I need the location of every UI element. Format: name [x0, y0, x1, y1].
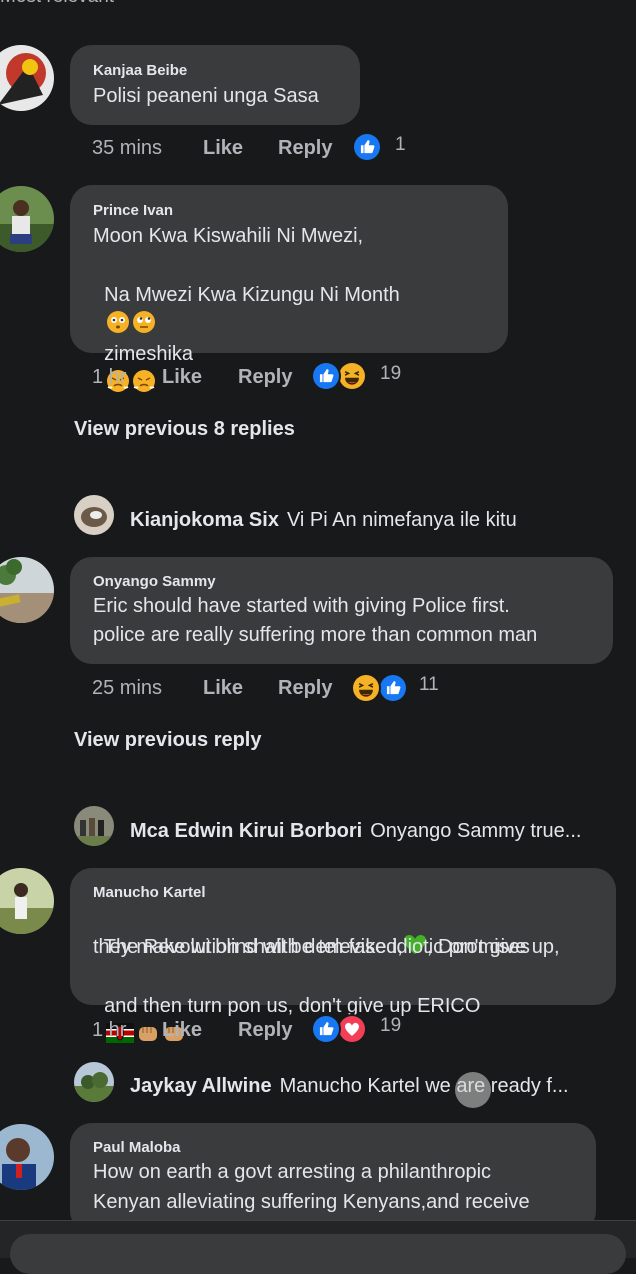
like-reaction-icon[interactable]	[378, 673, 408, 703]
reply-button[interactable]: Reply	[238, 366, 292, 389]
reply-text: Onyango Sammy true...	[370, 820, 582, 842]
reply-button[interactable]: Reply	[238, 1019, 292, 1042]
comment-text-line: zimeshika	[104, 342, 194, 365]
avatar[interactable]	[74, 806, 114, 846]
reply-text: Vi Pi An nimefanya ile kitu	[286, 509, 517, 531]
comment-author[interactable]: Paul Maloba	[93, 1139, 181, 1156]
latest-reply[interactable]: Jaykay Allwine Manucho Kartel we are read…	[130, 1075, 569, 1098]
like-button[interactable]: Like	[162, 1019, 202, 1042]
reply-text: Manucho Kartel we are ready f...	[279, 1075, 569, 1097]
comment-text: police are really suffering more than co…	[93, 624, 538, 646]
avatar[interactable]	[0, 45, 54, 111]
like-button[interactable]: Like	[162, 366, 202, 389]
reply-author[interactable]: Kianjokoma Six	[130, 509, 279, 531]
comment-text: How on earth a govt arresting a philanth…	[93, 1161, 492, 1183]
reply-author[interactable]: Mca Edwin Kirui Borbori	[130, 820, 362, 842]
avatar[interactable]	[0, 1124, 54, 1190]
like-reaction-icon[interactable]	[352, 132, 382, 162]
fist-emoji	[136, 1021, 160, 1045]
comment-time: 1 hr	[92, 1019, 127, 1041]
avatar[interactable]	[74, 495, 114, 535]
avatar[interactable]	[74, 1062, 114, 1102]
comment-time: 25 mins	[92, 677, 163, 699]
comment-author[interactable]: Kanjaa Beibe	[93, 62, 187, 79]
like-button[interactable]: Like	[203, 677, 243, 700]
like-reaction-icon[interactable]	[311, 1014, 341, 1044]
reaction-count[interactable]: 19	[380, 1015, 401, 1037]
comment-author[interactable]: Onyango Sammy	[93, 573, 216, 590]
love-reaction-icon[interactable]	[337, 1014, 367, 1044]
reply-author[interactable]: Jaykay Allwine	[130, 1075, 272, 1097]
comment-input[interactable]	[10, 1234, 626, 1274]
comment-author[interactable]: Prince Ivan	[93, 202, 173, 219]
comment-author[interactable]: Manucho Kartel	[93, 884, 206, 901]
comment-text: Kenyan alleviating suffering Kenyans,and…	[93, 1191, 530, 1213]
sort-dropdown[interactable]: Most relevant	[0, 0, 114, 8]
touch-indicator	[455, 1072, 491, 1108]
avatar[interactable]	[0, 186, 54, 252]
avatar[interactable]	[0, 868, 54, 934]
reaction-count[interactable]: 1	[395, 134, 406, 156]
avatar[interactable]	[0, 557, 54, 623]
comment-text: Moon Kwa Kiswahili Ni Mwezi,	[93, 225, 364, 247]
reaction-count[interactable]: 11	[419, 674, 439, 696]
view-previous-replies-link[interactable]: View previous reply	[74, 729, 262, 752]
like-reaction-icon[interactable]	[311, 361, 341, 391]
latest-reply[interactable]: Kianjokoma Six Vi Pi An nimefanya ile kit…	[130, 509, 517, 532]
view-previous-replies-link[interactable]: View previous 8 replies	[74, 418, 295, 441]
comment-text: Eric should have started with giving Pol…	[93, 595, 510, 617]
comment-text: they make wi blind with dem fake idiotic…	[93, 936, 530, 958]
haha-reaction-icon[interactable]	[351, 673, 381, 703]
comment-time: 35 mins	[92, 137, 163, 159]
like-button[interactable]: Like	[203, 137, 243, 160]
comment-time: 1 hr	[92, 366, 127, 388]
reply-button[interactable]: Reply	[278, 137, 332, 160]
comment-text-line: Na Mwezi Kwa Kizungu Ni Month	[104, 283, 400, 306]
comment-text-line: and then turn pon us, don't give up ERIC…	[104, 994, 481, 1017]
latest-reply[interactable]: Mca Edwin Kirui Borbori Onyango Sammy tru…	[130, 820, 581, 843]
reply-button[interactable]: Reply	[278, 677, 332, 700]
haha-reaction-icon[interactable]	[337, 361, 367, 391]
reaction-count[interactable]: 19	[380, 363, 401, 385]
triumph-emoji	[132, 369, 156, 393]
comment-text: Polisi peaneni unga Sasa	[93, 85, 319, 107]
